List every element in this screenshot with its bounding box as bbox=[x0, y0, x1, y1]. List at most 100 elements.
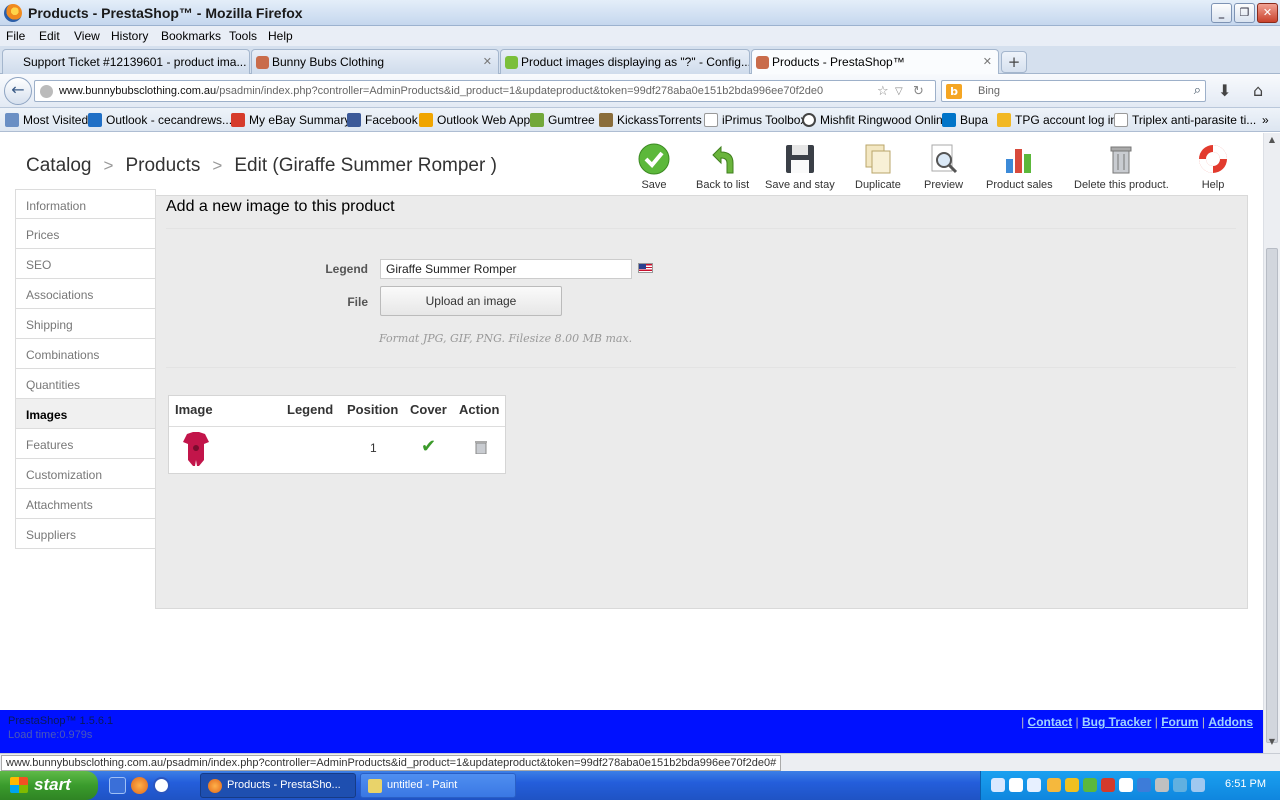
product-sales-button[interactable]: Product sales bbox=[986, 143, 1053, 191]
bookmark-outlook[interactable]: Outlook - cecandrews... bbox=[88, 113, 232, 127]
tray-icon[interactable] bbox=[1065, 778, 1079, 792]
download-icon[interactable]: ⬇ bbox=[1218, 81, 1231, 100]
upload-image-button[interactable]: Upload an image bbox=[380, 286, 562, 316]
footer-link-contact[interactable]: Contact bbox=[1028, 715, 1073, 729]
bookmark-mishfit[interactable]: Mishfit Ringwood Online bbox=[802, 113, 949, 127]
cover-check-icon[interactable]: ✔ bbox=[421, 436, 436, 457]
page-scrollbar[interactable]: ▲ ▼ bbox=[1263, 133, 1280, 753]
bing-icon[interactable]: b bbox=[946, 84, 962, 99]
tray-icon[interactable] bbox=[1137, 778, 1151, 792]
sidebar-item-associations[interactable]: Associations bbox=[15, 279, 156, 309]
volume-icon[interactable] bbox=[1191, 778, 1205, 792]
bookmarks-overflow-icon[interactable]: » bbox=[1262, 113, 1269, 127]
tab-label: Product images displaying as "?" - Confi… bbox=[521, 55, 750, 69]
menu-file[interactable]: File bbox=[6, 29, 25, 43]
minimize-button[interactable]: _ bbox=[1211, 3, 1232, 23]
start-button[interactable]: start bbox=[0, 771, 98, 800]
tray-icon[interactable] bbox=[1009, 778, 1023, 792]
tab-bunny-bubs[interactable]: Bunny Bubs Clothing ✕ bbox=[251, 49, 499, 74]
taskbar-item-paint[interactable]: untitled - Paint bbox=[360, 773, 516, 798]
sidebar-item-suppliers[interactable]: Suppliers bbox=[15, 519, 156, 549]
bookmark-iprimus[interactable]: iPrimus Toolbox bbox=[704, 113, 806, 127]
tray-icon[interactable] bbox=[1173, 778, 1187, 792]
back-to-list-button[interactable]: Back to list bbox=[696, 143, 749, 191]
sidebar-item-customization[interactable]: Customization bbox=[15, 459, 156, 489]
tab-support-ticket[interactable]: Support Ticket #12139601 - product ima..… bbox=[2, 49, 250, 74]
duplicate-button[interactable]: Duplicate bbox=[855, 143, 901, 191]
breadcrumb-catalog[interactable]: Catalog bbox=[26, 155, 92, 176]
breadcrumb-products[interactable]: Products bbox=[125, 155, 200, 176]
firefox-quicklaunch-icon[interactable] bbox=[131, 777, 148, 794]
sidebar-item-attachments[interactable]: Attachments bbox=[15, 489, 156, 519]
restore-button[interactable]: ❐ bbox=[1234, 3, 1255, 23]
bookmark-ebay[interactable]: My eBay Summary bbox=[231, 113, 350, 127]
menu-bookmarks[interactable]: Bookmarks bbox=[161, 29, 221, 43]
search-icon[interactable]: ⌕ bbox=[1194, 83, 1201, 98]
home-icon[interactable]: ⌂ bbox=[1253, 81, 1263, 100]
tray-icon[interactable] bbox=[991, 778, 1005, 792]
dropdown-icon[interactable]: ▽ bbox=[895, 86, 903, 97]
show-desktop-icon[interactable] bbox=[109, 777, 126, 794]
bookmark-tpg[interactable]: TPG account log in bbox=[997, 113, 1117, 127]
menu-edit[interactable]: Edit bbox=[39, 29, 60, 43]
table-cell-position: 1 bbox=[370, 441, 377, 455]
kat-icon bbox=[599, 113, 613, 127]
sidebar-item-combinations[interactable]: Combinations bbox=[15, 339, 156, 369]
tray-icon[interactable] bbox=[1047, 778, 1061, 792]
close-tab-icon[interactable]: ✕ bbox=[983, 55, 992, 68]
bookmark-triplex[interactable]: Triplex anti-parasite ti... bbox=[1114, 113, 1256, 127]
menu-view[interactable]: View bbox=[74, 29, 100, 43]
taskbar-item-firefox[interactable]: Products - PrestaSho... bbox=[200, 773, 356, 798]
sidebar-item-quantities[interactable]: Quantities bbox=[15, 369, 156, 399]
tab-product-images[interactable]: Product images displaying as "?" - Confi… bbox=[500, 49, 750, 74]
bookmark-bupa[interactable]: Bupa bbox=[942, 113, 988, 127]
menu-help[interactable]: Help bbox=[268, 29, 293, 43]
close-window-button[interactable]: ✕ bbox=[1257, 3, 1278, 23]
tray-icon[interactable] bbox=[1155, 778, 1169, 792]
save-button[interactable]: Save bbox=[638, 143, 670, 191]
page-content: Catalog > Products > Edit (Giraffe Summer Ro… bbox=[0, 133, 1263, 710]
delete-image-trash-icon[interactable] bbox=[475, 440, 487, 455]
product-thumbnail-romper[interactable] bbox=[181, 432, 211, 468]
help-button[interactable]: Help bbox=[1197, 143, 1229, 191]
scroll-up-icon[interactable]: ▲ bbox=[1266, 135, 1278, 149]
bookmark-gumtree[interactable]: Gumtree bbox=[530, 113, 595, 127]
legend-input[interactable] bbox=[380, 259, 632, 279]
preview-button[interactable]: Preview bbox=[924, 143, 963, 191]
footer-link-bug-tracker[interactable]: Bug Tracker bbox=[1082, 715, 1151, 729]
footer-link-forum[interactable]: Forum bbox=[1161, 715, 1198, 729]
sidebar-item-images[interactable]: Images bbox=[15, 399, 156, 429]
new-tab-button[interactable]: + bbox=[1001, 51, 1027, 73]
search-box[interactable]: b Bing ⌕ bbox=[941, 80, 1206, 102]
us-flag-icon[interactable] bbox=[638, 263, 653, 273]
tray-icon[interactable] bbox=[1119, 778, 1133, 792]
globe-icon bbox=[40, 85, 53, 98]
tab-products-prestashop[interactable]: Products - PrestaShop™ ✕ bbox=[751, 49, 999, 75]
sidebar-item-features[interactable]: Features bbox=[15, 429, 156, 459]
sidebar-item-shipping[interactable]: Shipping bbox=[15, 309, 156, 339]
back-arrow-icon[interactable]: ← bbox=[4, 77, 32, 105]
bookmark-facebook[interactable]: Facebook bbox=[347, 113, 418, 127]
save-and-stay-button[interactable]: Save and stay bbox=[765, 143, 835, 191]
scroll-thumb[interactable] bbox=[1266, 248, 1278, 743]
bookmark-outlook-web-app[interactable]: Outlook Web App bbox=[419, 113, 530, 127]
tray-icon[interactable] bbox=[1101, 778, 1115, 792]
bookmark-most-visited[interactable]: Most Visited bbox=[5, 113, 88, 127]
media-player-icon[interactable] bbox=[153, 777, 170, 794]
address-bar[interactable]: www.bunnybubsclothing.com.au/psadmin/ind… bbox=[34, 80, 936, 102]
page-icon bbox=[1114, 113, 1128, 127]
bookmark-kickasstorrents[interactable]: KickassTorrents bbox=[599, 113, 702, 127]
sidebar-item-information[interactable]: Information bbox=[15, 189, 156, 219]
menu-tools[interactable]: Tools bbox=[229, 29, 257, 43]
reload-icon[interactable]: ↻ bbox=[913, 84, 924, 99]
footer-link-addons[interactable]: Addons bbox=[1208, 715, 1253, 729]
delete-product-button[interactable]: Delete this product. bbox=[1074, 143, 1169, 191]
tray-icon[interactable] bbox=[1083, 778, 1097, 792]
tray-icon[interactable] bbox=[1027, 778, 1041, 792]
scroll-down-icon[interactable]: ▼ bbox=[1266, 737, 1278, 751]
sidebar-item-prices[interactable]: Prices bbox=[15, 219, 156, 249]
sidebar-item-seo[interactable]: SEO bbox=[15, 249, 156, 279]
menu-history[interactable]: History bbox=[111, 29, 148, 43]
close-tab-icon[interactable]: ✕ bbox=[483, 55, 492, 68]
star-icon[interactable]: ☆ bbox=[877, 84, 889, 99]
